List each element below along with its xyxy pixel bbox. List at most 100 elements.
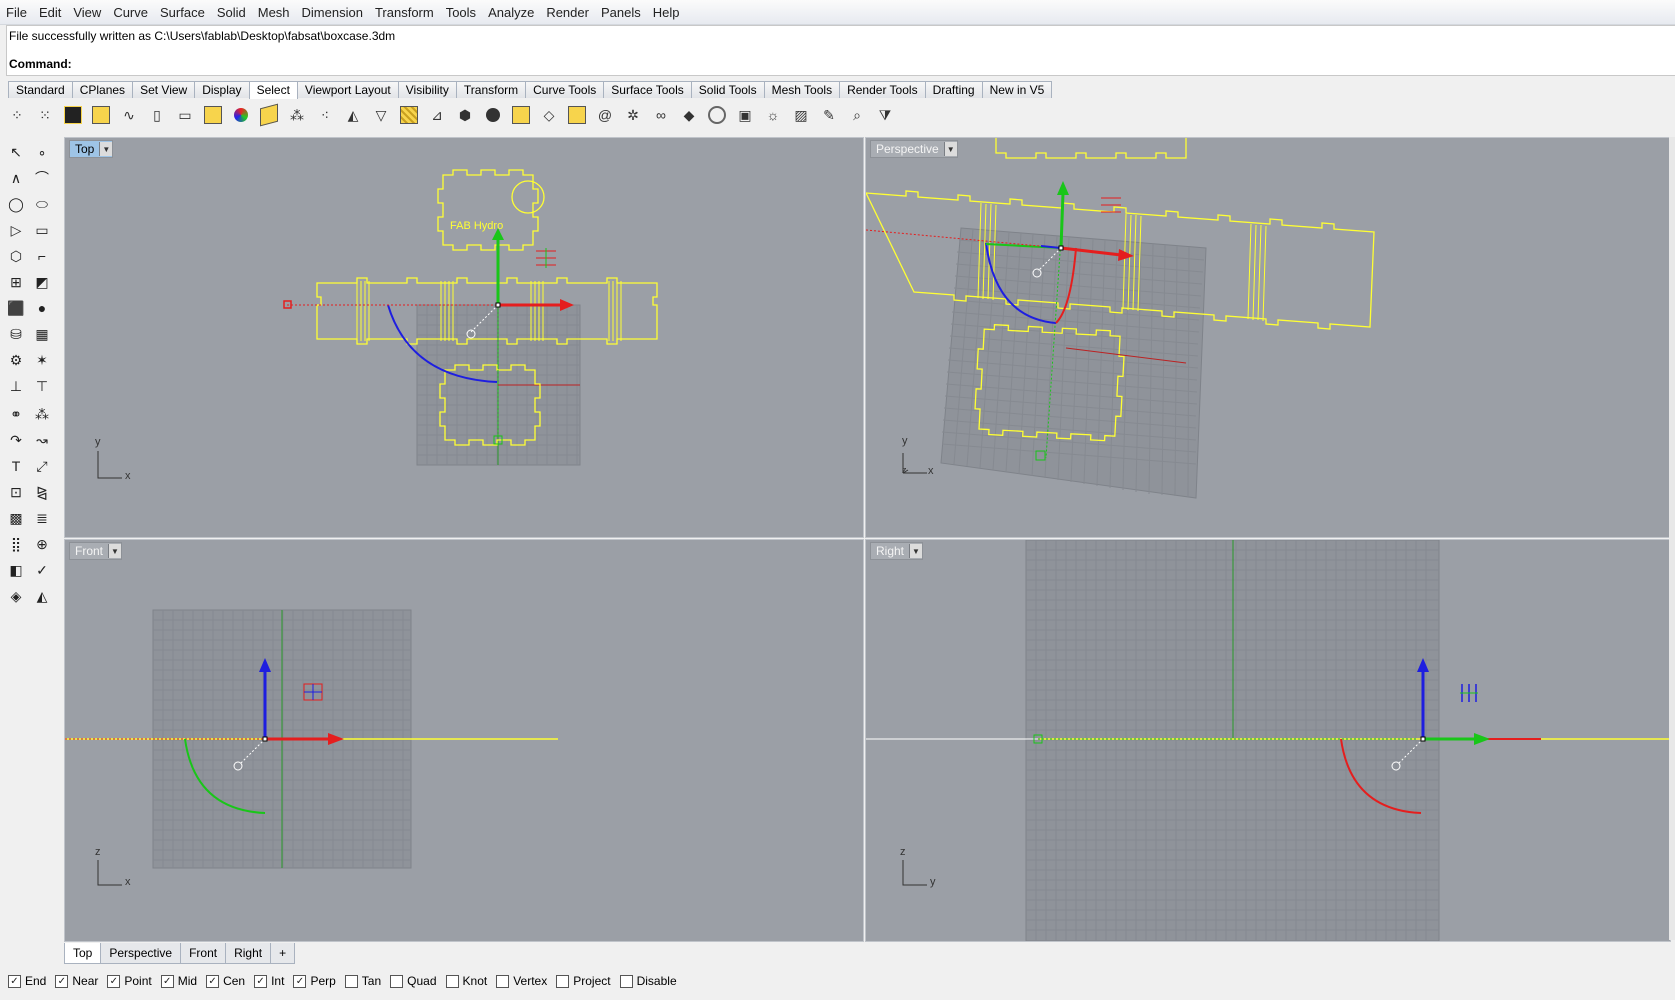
boolean-icon[interactable]: ⚭ <box>6 404 26 424</box>
point-icon[interactable]: ∘ <box>32 142 52 162</box>
select-wedge-icon[interactable]: ◆ <box>678 104 700 126</box>
add-viewport-tab-button[interactable]: + <box>270 943 296 964</box>
rectangle-icon[interactable]: ▭ <box>32 220 52 240</box>
osnap-tan[interactable]: Tan <box>344 974 381 988</box>
tab-standard[interactable]: Standard <box>8 81 73 98</box>
blend-icon[interactable]: ↝ <box>32 430 52 450</box>
box-icon[interactable]: ⬛ <box>6 298 26 318</box>
osnap-int-checkbox[interactable]: ✓ <box>254 974 268 988</box>
select-point-cloud-icon[interactable]: ⁂ <box>286 104 308 126</box>
chevron-down-icon[interactable]: ▼ <box>99 142 113 156</box>
surface-points-icon[interactable]: ⊞ <box>6 272 26 292</box>
osnap-disable[interactable]: Disable <box>619 974 677 988</box>
viewport-right[interactable]: z y Right ▼ <box>865 539 1671 942</box>
tab-new-in-v5[interactable]: New in V5 <box>981 81 1053 98</box>
chevron-down-icon[interactable]: ▼ <box>943 142 957 156</box>
select-control-points-icon[interactable]: ⁙ <box>34 104 56 126</box>
osnap-perp[interactable]: ✓ Perp <box>293 974 336 988</box>
dimension-icon[interactable]: ⊕ <box>32 534 52 554</box>
command-line[interactable]: Command: <box>6 53 1675 76</box>
material-icon[interactable]: ◭ <box>32 586 52 606</box>
select-planar-icon[interactable]: ◇ <box>538 104 560 126</box>
select-open-surfaces-icon[interactable] <box>510 104 532 126</box>
select-filter-icon[interactable]: ⧩ <box>874 104 896 126</box>
select-dots-icon[interactable]: ⁖ <box>314 104 336 126</box>
grid-array-icon[interactable]: ⣿ <box>6 534 26 554</box>
curve-edit-icon[interactable]: ↷ <box>6 430 26 450</box>
osnap-int[interactable]: ✓ Int <box>254 974 284 988</box>
osnap-end-checkbox[interactable]: ✓ <box>8 974 21 988</box>
mesh-icon[interactable]: ▦ <box>32 324 52 344</box>
menu-analyze[interactable]: Analyze <box>482 5 540 20</box>
select-zoom-icon[interactable]: ⌕ <box>846 104 868 126</box>
select-points-icon[interactable]: ⁘ <box>6 104 28 126</box>
tab-mesh-tools[interactable]: Mesh Tools <box>763 81 841 98</box>
select-blocks-icon[interactable] <box>482 104 504 126</box>
select-curves-icon[interactable]: ∿ <box>118 104 140 126</box>
explode-icon[interactable]: ✶ <box>32 350 52 370</box>
fillet-icon[interactable]: ⌐ <box>32 246 52 266</box>
viewport-title-front[interactable]: Front ▼ <box>69 542 123 560</box>
tab-visibility[interactable]: Visibility <box>397 81 457 98</box>
gear-icon[interactable]: ⚙ <box>6 350 26 370</box>
select-surfaces-icon[interactable] <box>90 104 112 126</box>
select-all-icon[interactable] <box>62 104 84 126</box>
solid-box-icon[interactable]: ▩ <box>6 508 26 528</box>
viewport-tab-front[interactable]: Front <box>180 943 227 964</box>
contour-icon[interactable]: ≣ <box>32 508 52 528</box>
osnap-end[interactable]: ✓ End <box>8 974 46 988</box>
osnap-knot-checkbox[interactable] <box>445 974 459 988</box>
check-icon[interactable]: ✓ <box>32 560 52 580</box>
menu-render[interactable]: Render <box>540 5 595 20</box>
hexagon-icon[interactable]: ⬡ <box>6 246 26 266</box>
tab-transform[interactable]: Transform <box>455 81 527 98</box>
viewport-title-right[interactable]: Right ▼ <box>870 542 924 560</box>
chevron-down-icon[interactable]: ▼ <box>108 544 122 558</box>
osnap-cen-checkbox[interactable]: ✓ <box>206 974 220 988</box>
split-icon[interactable]: ⊤ <box>32 376 52 396</box>
viewport-tab-top[interactable]: Top <box>64 943 102 964</box>
menu-file[interactable]: File <box>0 5 33 20</box>
curve-icon[interactable]: ⌒ <box>32 168 52 188</box>
viewport-title-top[interactable]: Top ▼ <box>69 140 114 158</box>
polygon-icon[interactable]: ▷ <box>6 220 26 240</box>
osnap-disable-checkbox[interactable] <box>619 974 633 988</box>
select-groups-icon[interactable]: ⬢ <box>454 104 476 126</box>
select-annotations-icon[interactable]: ▽ <box>370 104 392 126</box>
select-box-icon[interactable]: ▣ <box>734 104 756 126</box>
tab-solid-tools[interactable]: Solid Tools <box>690 81 765 98</box>
select-polysurfaces-icon[interactable] <box>202 104 224 126</box>
analyze-icon[interactable]: ◧ <box>6 560 26 580</box>
tab-render-tools[interactable]: Render Tools <box>839 81 926 98</box>
select-light-icon[interactable]: ☼ <box>762 104 784 126</box>
osnap-project[interactable]: Project <box>556 974 611 988</box>
osnap-quad-checkbox[interactable] <box>390 974 404 988</box>
tab-curve-tools[interactable]: Curve Tools <box>525 81 605 98</box>
tab-select[interactable]: Select <box>248 81 298 99</box>
render-icon[interactable]: ◈ <box>6 586 26 606</box>
osnap-point[interactable]: ✓ Point <box>107 974 152 988</box>
right-scrollbar[interactable] <box>1669 137 1675 940</box>
viewport-front[interactable]: z x Front ▼ <box>64 539 864 942</box>
sphere-icon[interactable]: ● <box>32 298 52 318</box>
osnap-cen[interactable]: ✓ Cen <box>206 974 245 988</box>
text-icon[interactable]: T <box>6 456 26 476</box>
menu-solid[interactable]: Solid <box>211 5 252 20</box>
tab-display[interactable]: Display <box>194 81 250 98</box>
tab-set-view[interactable]: Set View <box>132 81 196 98</box>
menu-curve[interactable]: Curve <box>107 5 154 20</box>
ellipse-icon[interactable]: ⬭ <box>32 194 52 214</box>
array-icon[interactable]: ⊡ <box>6 482 26 502</box>
scale-icon[interactable]: ⤢ <box>32 456 52 476</box>
viewport-title-perspective[interactable]: Perspective ▼ <box>870 140 958 158</box>
osnap-project-checkbox[interactable] <box>556 974 570 988</box>
select-arrow-icon[interactable]: ↖ <box>6 142 26 162</box>
menu-mesh[interactable]: Mesh <box>252 5 296 20</box>
chevron-down-icon[interactable]: ▼ <box>909 544 923 558</box>
osnap-vertex-checkbox[interactable] <box>496 974 510 988</box>
viewport-top[interactable]: FAB Hydro y x Top ▼ <box>64 137 864 538</box>
viewport-perspective[interactable]: y x z Perspective ▼ <box>865 137 1671 538</box>
menu-surface[interactable]: Surface <box>154 5 211 20</box>
select-dimensions-icon[interactable]: ⊿ <box>426 104 448 126</box>
select-meshes-icon[interactable]: ◭ <box>342 104 364 126</box>
